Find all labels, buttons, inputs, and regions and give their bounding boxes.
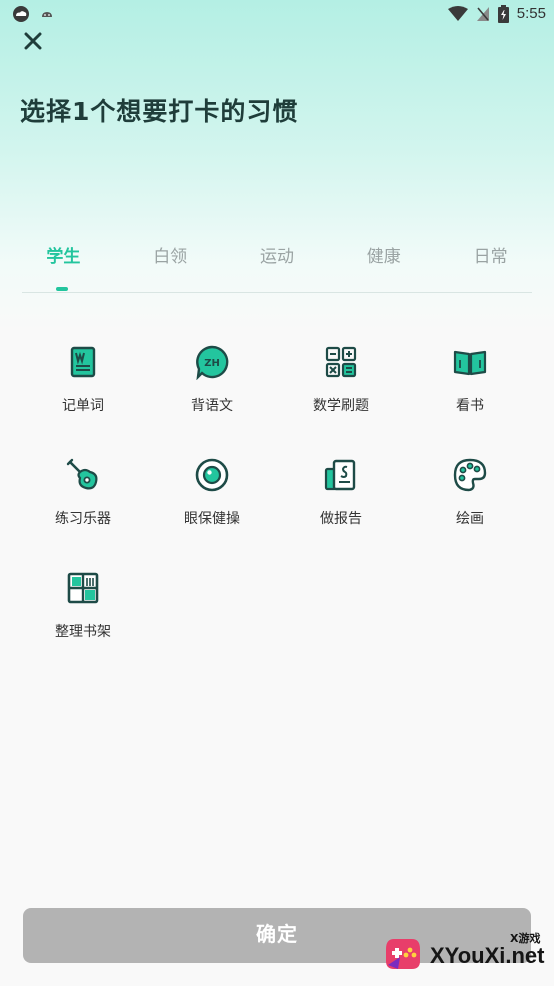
habit-label: 看书 — [456, 398, 484, 414]
status-bar: 5:55 — [0, 0, 554, 30]
habit-item-organize-bookshelf[interactable]: 整理书架 — [28, 561, 138, 661]
tabs-divider — [22, 292, 532, 293]
notification-icon — [42, 12, 52, 17]
wifi-icon — [447, 6, 468, 21]
habit-item-recite-chinese[interactable]: ZH 背语文 — [157, 335, 267, 435]
tab-student[interactable]: 学生 — [10, 238, 117, 278]
status-right-icons: 5:55 — [447, 4, 546, 24]
open-book-icon — [453, 350, 487, 376]
no-sim-icon — [476, 7, 489, 21]
active-tab-indicator — [56, 287, 68, 291]
word-book-icon — [70, 346, 96, 378]
tab-office-worker[interactable]: 白领 — [117, 238, 224, 278]
habit-label: 背语文 — [191, 398, 233, 414]
report-icon — [324, 459, 356, 491]
watermark-text: XYouXi.net — [430, 943, 545, 968]
battery-icon — [497, 5, 509, 23]
habit-item-memorize-words[interactable]: 记单词 — [28, 335, 138, 435]
bookshelf-icon — [67, 572, 99, 604]
tab-health[interactable]: 健康 — [330, 238, 437, 278]
habit-label: 做报告 — [320, 511, 362, 527]
page-title: 选择1个想要打卡的习惯 — [20, 97, 299, 126]
habit-item-practice-instrument[interactable]: 练习乐器 — [28, 448, 138, 548]
cloud-app-icon — [13, 6, 29, 22]
close-button[interactable] — [22, 30, 44, 52]
habit-label: 练习乐器 — [55, 511, 111, 527]
category-tabs: 学生 白领 运动 健康 日常 — [10, 238, 544, 278]
habit-item-make-report[interactable]: 做报告 — [286, 448, 396, 548]
habit-item-painting[interactable]: 绘画 — [415, 448, 525, 548]
gamepad-logo-icon — [386, 939, 420, 969]
habit-label: 数学刷题 — [313, 398, 369, 414]
tab-daily[interactable]: 日常 — [437, 238, 544, 278]
habit-label: 记单词 — [62, 398, 104, 414]
watermark: X游戏 XYouXi.net — [380, 925, 550, 983]
zh-speech-icon: ZH — [196, 345, 229, 380]
habit-item-read-books[interactable]: 看书 — [415, 335, 525, 435]
header-background — [0, 0, 554, 330]
habit-item-math-practice[interactable]: 数学刷题 — [286, 335, 396, 435]
palette-icon — [453, 458, 487, 492]
status-time: 5:55 — [516, 5, 546, 22]
tab-sports[interactable]: 运动 — [224, 238, 331, 278]
habit-label: 眼保健操 — [184, 511, 240, 527]
eye-icon — [195, 458, 229, 492]
habit-label: 绘画 — [456, 511, 484, 527]
guitar-icon — [66, 458, 98, 490]
status-left-icons — [12, 5, 54, 23]
svg-text:ZH: ZH — [204, 358, 220, 369]
habit-item-eye-exercise[interactable]: 眼保健操 — [157, 448, 267, 548]
habit-label: 整理书架 — [55, 624, 111, 640]
calculator-icon — [325, 346, 357, 378]
close-icon — [24, 32, 42, 50]
